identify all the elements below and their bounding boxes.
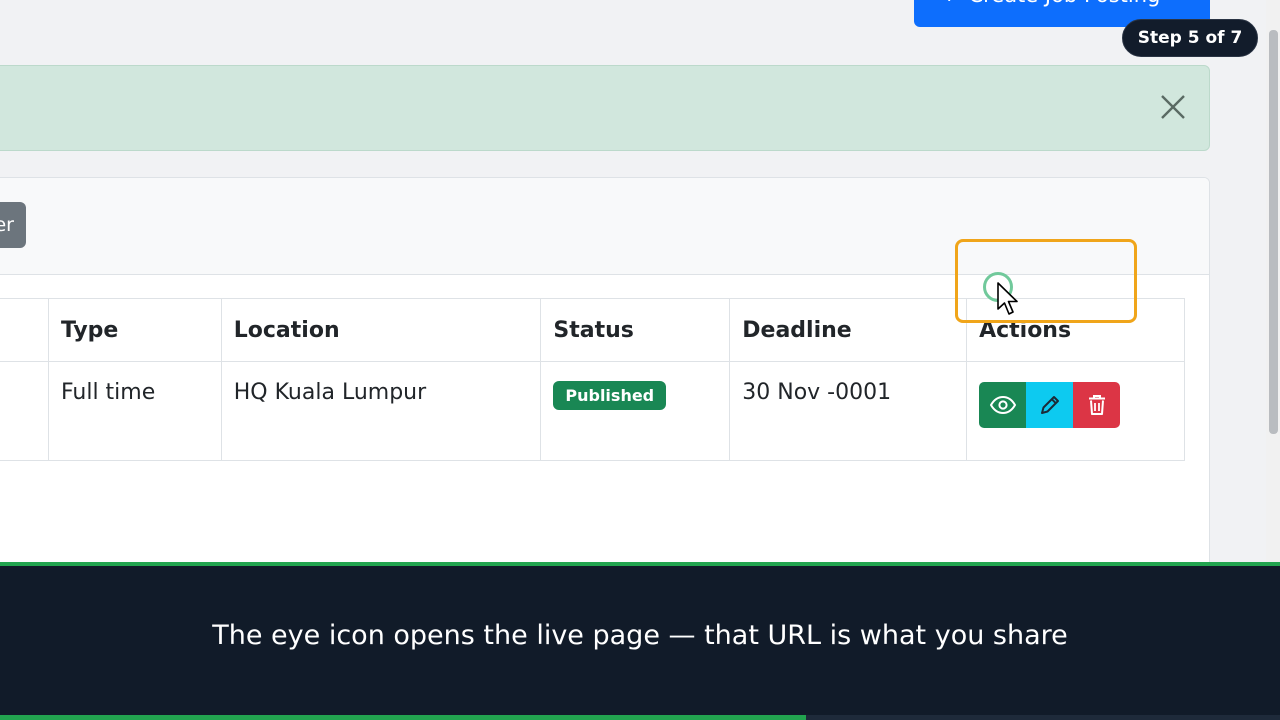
column-header-clipped [0,298,49,362]
edit-button[interactable] [1026,382,1074,428]
plus-icon: + [940,0,958,10]
cell-type: Full time [47,361,222,461]
table-row: Full time HQ Kuala Lumpur Published 30 N… [0,361,1185,461]
eye-icon [989,396,1016,414]
delete-button[interactable] [1073,382,1121,428]
trash-icon [1088,395,1105,415]
cell-actions [966,361,1185,461]
column-header-location: Location [220,298,542,362]
cell-location: HQ Kuala Lumpur [220,361,542,461]
column-header-type: Type [47,298,222,362]
tutorial-progress-fill [0,715,807,720]
caption-text: The eye icon opens the live page — that … [212,620,1068,651]
cell-clipped [0,361,49,461]
filter-button-label: er [0,214,14,236]
column-header-status: Status [540,298,731,362]
scrollbar-thumb[interactable] [1269,30,1278,434]
mouse-cursor-icon [997,282,1018,315]
screen: + Create Job Posting er Type Location St… [0,0,1280,720]
create-job-posting-label: Create Job Posting [968,0,1160,10]
filter-button[interactable]: er [0,202,26,248]
pencil-icon [1040,396,1059,414]
success-alert [0,65,1210,151]
cell-deadline: 30 Nov -0001 [729,361,968,461]
tutorial-highlight-box [955,239,1137,323]
status-badge: Published [553,381,667,410]
view-button[interactable] [979,382,1027,428]
cell-status: Published [540,361,731,461]
action-button-group [979,382,1121,428]
column-header-deadline: Deadline [729,298,968,362]
close-icon[interactable] [1160,94,1186,120]
step-indicator-badge: Step 5 of 7 [1122,19,1258,57]
